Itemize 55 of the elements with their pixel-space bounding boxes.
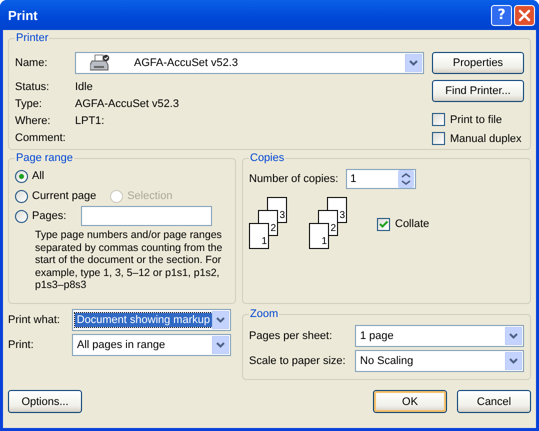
group-title: Printer bbox=[15, 32, 50, 44]
page-sheet: 1 bbox=[249, 223, 269, 249]
field-label: Type: bbox=[15, 98, 43, 110]
radio-button[interactable] bbox=[15, 170, 28, 182]
field-label: Name: bbox=[15, 57, 48, 69]
field-label: Scale to paper size: bbox=[249, 355, 347, 367]
checkbox-label: Manual duplex bbox=[450, 132, 522, 144]
checkbox-label: Print to file bbox=[450, 114, 502, 126]
printer-select[interactable]: AGFA-AccuSet v52.3 bbox=[75, 52, 424, 74]
dropdown-select[interactable]: Document showing markup bbox=[72, 309, 231, 331]
caret-icon[interactable] bbox=[505, 327, 522, 345]
field-label: Print what: bbox=[8, 314, 61, 326]
close-icon[interactable] bbox=[514, 4, 535, 26]
dropdown-select[interactable]: No Scaling bbox=[355, 350, 524, 372]
help-text: Type page numbers and/or page ranges separated by commas counting from the start of the document or the section. For example, type 1, 3, 5–12 or p1s1, p1s2, p1s3–p8s3 bbox=[35, 229, 224, 292]
dialog-button[interactable]: Cancel bbox=[457, 390, 531, 413]
help-button[interactable]: ? bbox=[491, 4, 512, 26]
checkbox[interactable] bbox=[432, 113, 445, 126]
printer-icon bbox=[90, 54, 110, 72]
field-label: Print: bbox=[8, 339, 35, 351]
dialog-button[interactable]: Properties bbox=[432, 52, 524, 74]
dropdown-select[interactable]: All pages in range bbox=[72, 334, 231, 356]
radio-button[interactable] bbox=[15, 210, 28, 222]
field-value: AGFA-AccuSet v52.3 bbox=[75, 98, 179, 110]
field-label: Status: bbox=[15, 80, 50, 92]
spinner-icon[interactable] bbox=[398, 170, 414, 188]
copies-spinbox[interactable]: 1 bbox=[346, 169, 416, 189]
field-label: Comment: bbox=[15, 132, 67, 144]
checkbox-label: Collate bbox=[395, 218, 430, 230]
caret-icon[interactable] bbox=[212, 336, 229, 354]
radio-button[interactable] bbox=[15, 190, 28, 202]
field-label: Number of copies: bbox=[249, 173, 338, 185]
checkbox[interactable] bbox=[377, 218, 390, 230]
field-label: Pages per sheet: bbox=[249, 330, 334, 342]
radio-label: All bbox=[32, 170, 44, 182]
options-button[interactable]: Options... bbox=[8, 390, 82, 413]
group-title: Zoom bbox=[249, 308, 280, 320]
group-title: Copies bbox=[249, 152, 286, 164]
pages-field[interactable] bbox=[81, 206, 212, 226]
caret-icon[interactable] bbox=[505, 352, 522, 370]
page-sheet: 1 bbox=[309, 223, 329, 249]
radio-label: Current page bbox=[32, 190, 96, 202]
checkbox[interactable] bbox=[432, 132, 445, 145]
caret-icon[interactable] bbox=[405, 54, 422, 72]
dropdown-select[interactable]: 1 page bbox=[355, 325, 524, 347]
dialog-button[interactable]: Find Printer... bbox=[432, 80, 524, 102]
radio-label: Pages: bbox=[32, 210, 66, 222]
field-label: Where: bbox=[15, 114, 52, 126]
field-value: LPT1: bbox=[75, 114, 104, 126]
radio-label: Selection bbox=[127, 190, 172, 202]
group-title: Page range bbox=[15, 152, 74, 164]
field-value: Idle bbox=[75, 80, 93, 92]
window-title: Print bbox=[8, 8, 38, 22]
dialog-button[interactable]: OK bbox=[373, 390, 447, 413]
caret-icon[interactable] bbox=[212, 311, 229, 329]
